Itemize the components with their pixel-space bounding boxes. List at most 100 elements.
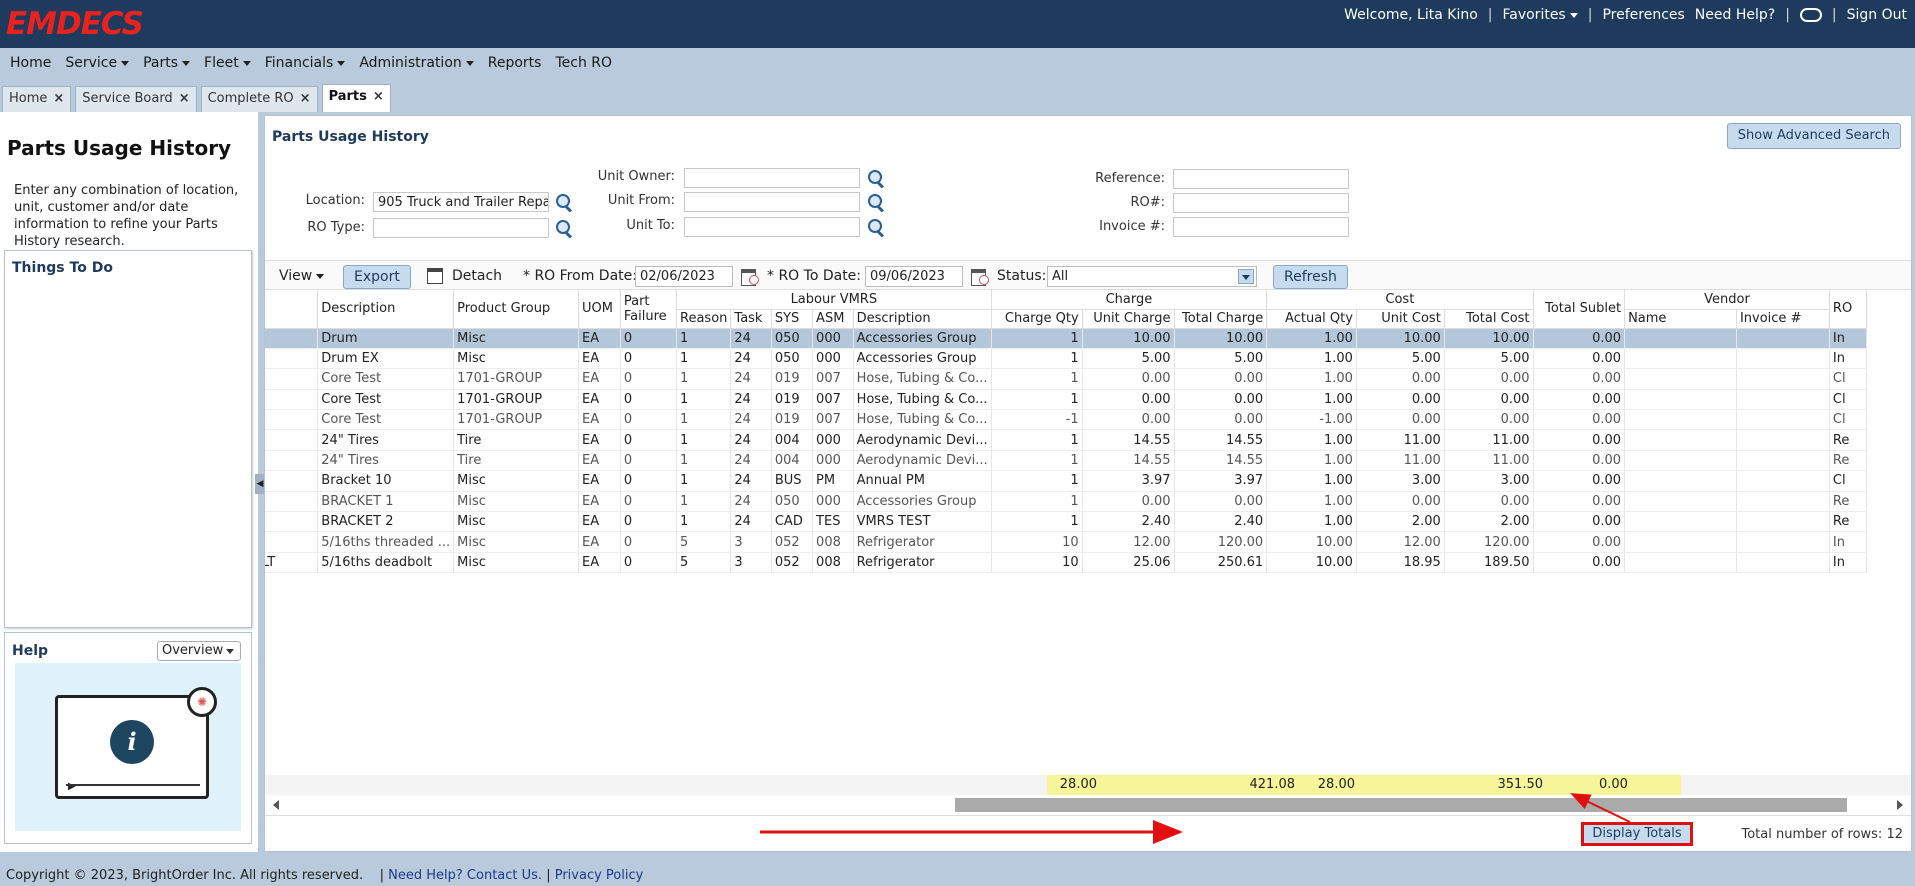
header-vendor-name[interactable]: Name (1624, 309, 1737, 329)
tab-complete-ro[interactable]: Complete RO × (200, 86, 318, 112)
preferences-link[interactable]: Preferences (1602, 7, 1684, 23)
header-vmrs-description[interactable]: Description (853, 309, 992, 329)
cell-asm: 007 (812, 368, 854, 390)
table-row[interactable]: T 10Bracket 10MiscEA0124BUSPMAnnual PM13… (265, 470, 1868, 492)
table-row[interactable]: ADBOLT5/16ths deadboltMiscEA053052008Ref… (265, 552, 1868, 574)
header-unit-cost[interactable]: Unit Cost (1356, 309, 1445, 329)
header-unit-charge[interactable]: Unit Charge (1082, 309, 1175, 329)
detach-icon[interactable] (427, 268, 443, 284)
detach-button[interactable]: Detach (452, 261, 502, 291)
export-button[interactable]: Export (343, 265, 411, 289)
header-task[interactable]: Task (730, 309, 772, 329)
search-icon[interactable] (867, 193, 885, 211)
chevron-down-icon (242, 60, 251, 66)
unit-owner-input[interactable] (684, 168, 860, 188)
header-invoice[interactable]: Invoice # (1736, 309, 1830, 329)
table-row[interactable]: T 2BRACKET 2MiscEA0124CADTESVMRS TEST12.… (265, 511, 1868, 533)
ro-to-date-input[interactable]: 09/06/2023 (865, 266, 963, 287)
scrollbar-thumb[interactable] (955, 798, 1847, 812)
table-row[interactable]: Drum Misc EA 0 1 24 050 000 Accessories Group 1 10… (265, 328, 1868, 349)
invoice-input[interactable] (1173, 217, 1349, 237)
close-icon[interactable]: × (53, 91, 64, 106)
dropdown-arrow-icon[interactable] (1238, 269, 1254, 284)
table-row[interactable]: 585/16ths threaded ...MiscEA053052008Ref… (265, 531, 1868, 553)
menu-administration[interactable]: Administration (359, 55, 474, 71)
header-part-failure[interactable]: Part Failure (620, 290, 678, 329)
calendar-icon[interactable] (971, 267, 989, 286)
header-sys[interactable]: SYS (771, 309, 814, 329)
video-frame: i ▶ (55, 695, 209, 799)
cell-tcharge: 0.00 (1174, 389, 1268, 411)
search-icon[interactable] (867, 218, 885, 236)
cell-aqty: 1.00 (1266, 450, 1357, 472)
cell-asm: 000 (812, 429, 854, 451)
show-advanced-search-button[interactable]: Show Advanced Search (1726, 123, 1901, 149)
menu-home[interactable]: Home (10, 55, 51, 71)
display-totals-button[interactable]: Display Totals (1581, 822, 1693, 846)
menu-financials[interactable]: Financials (265, 55, 346, 71)
menu-fleet[interactable]: Fleet (204, 55, 251, 71)
sign-out-link[interactable]: Sign Out (1847, 7, 1907, 23)
close-icon[interactable]: × (179, 91, 190, 106)
horizontal-scrollbar[interactable] (265, 796, 1911, 814)
unit-to-input[interactable] (684, 217, 860, 237)
favorites-menu[interactable]: Favorites (1502, 7, 1578, 23)
grid-body: Drum Misc EA 0 1 24 050 000 Accessories Group 1 10… (265, 328, 1868, 574)
cell-ucost: 5.00 (1356, 348, 1445, 370)
header-uom[interactable]: UOM (578, 290, 621, 329)
header-reason[interactable]: Reason (676, 309, 732, 329)
privacy-link[interactable]: Privacy Policy (555, 868, 644, 883)
view-menu[interactable]: View (279, 261, 325, 291)
header-group-cost: Cost (1266, 290, 1534, 310)
close-icon[interactable]: × (373, 89, 384, 104)
header-part[interactable] (265, 290, 319, 329)
table-row[interactable]: 24" Tires Tire EA 0 1 24 004 000 Aerodynamic Dev… (265, 450, 1868, 472)
table-row[interactable]: Core Test 1701-GROUP EA 0 1 24 019 007 Hose, Tub… (265, 409, 1868, 431)
need-help-link[interactable]: Need Help? (1695, 7, 1775, 23)
header-ro[interactable]: RO (1829, 290, 1868, 329)
unit-from-input[interactable] (684, 192, 860, 212)
reference-input[interactable] (1173, 169, 1349, 189)
calendar-icon[interactable] (741, 267, 759, 286)
emdecs-logo[interactable]: EMDECS (6, 6, 144, 42)
table-row[interactable]: Core Test 1701-GROUP EA 0 1 24 019 007 Hose, Tub… (265, 368, 1868, 390)
header-description[interactable]: Description (317, 290, 455, 329)
chat-icon[interactable] (1799, 8, 1822, 22)
cell-inv (1736, 470, 1830, 492)
header-product-group[interactable]: Product Group (453, 290, 579, 329)
table-row[interactable]: Core Test 1701-GROUP EA 0 1 24 019 007 Hose, Tub… (265, 389, 1868, 411)
help-video-thumbnail[interactable]: i ▶ ✺ (15, 663, 241, 831)
status-select[interactable]: All (1047, 266, 1257, 287)
things-to-do-panel: Things To Do (4, 250, 252, 628)
header-actual-qty[interactable]: Actual Qty (1266, 309, 1357, 329)
help-topic-select[interactable]: Overview (157, 641, 241, 661)
scroll-left-icon[interactable] (273, 800, 279, 810)
cell-sublet: 0.00 (1533, 328, 1626, 349)
tab-service-board[interactable]: Service Board × (75, 86, 197, 112)
cell-sublet: 0.00 (1533, 429, 1626, 451)
contact-link[interactable]: Need Help? Contact Us. (388, 868, 542, 883)
ro-number-input[interactable] (1173, 193, 1349, 213)
ro-type-input[interactable] (373, 218, 549, 238)
menu-parts[interactable]: Parts (143, 55, 191, 71)
close-icon[interactable]: × (300, 91, 311, 106)
menu-reports[interactable]: Reports (488, 55, 542, 71)
table-row[interactable]: T 1BRACKET 1MiscEA0124050000Accessories … (265, 491, 1868, 513)
table-row[interactable]: 24" Tires Tire EA 0 1 24 004 000 Aerodynamic Dev… (265, 429, 1868, 451)
header-total-charge[interactable]: Total Charge (1174, 309, 1268, 329)
header-asm[interactable]: ASM (812, 309, 854, 329)
table-row[interactable]: REDrum EXMiscEA0124050000Accessories Gro… (265, 348, 1868, 370)
menu-service[interactable]: Service (65, 55, 130, 71)
refresh-button[interactable]: Refresh (1273, 265, 1348, 289)
tab-parts[interactable]: Parts × (321, 84, 391, 112)
cell-tcharge: 0.00 (1174, 491, 1268, 513)
scroll-right-icon[interactable] (1897, 800, 1903, 810)
search-icon[interactable] (867, 169, 885, 187)
menu-tech-ro[interactable]: Tech RO (555, 55, 612, 71)
location-input[interactable]: 905 Truck and Trailer Repai (373, 192, 549, 212)
header-total-sublet[interactable]: Total Sublet (1533, 290, 1626, 329)
header-charge-qty[interactable]: Charge Qty (991, 309, 1083, 329)
header-total-cost[interactable]: Total Cost (1444, 309, 1534, 329)
ro-from-date-input[interactable]: 02/06/2023 (635, 266, 733, 287)
tab-home[interactable]: Home × (2, 86, 72, 112)
